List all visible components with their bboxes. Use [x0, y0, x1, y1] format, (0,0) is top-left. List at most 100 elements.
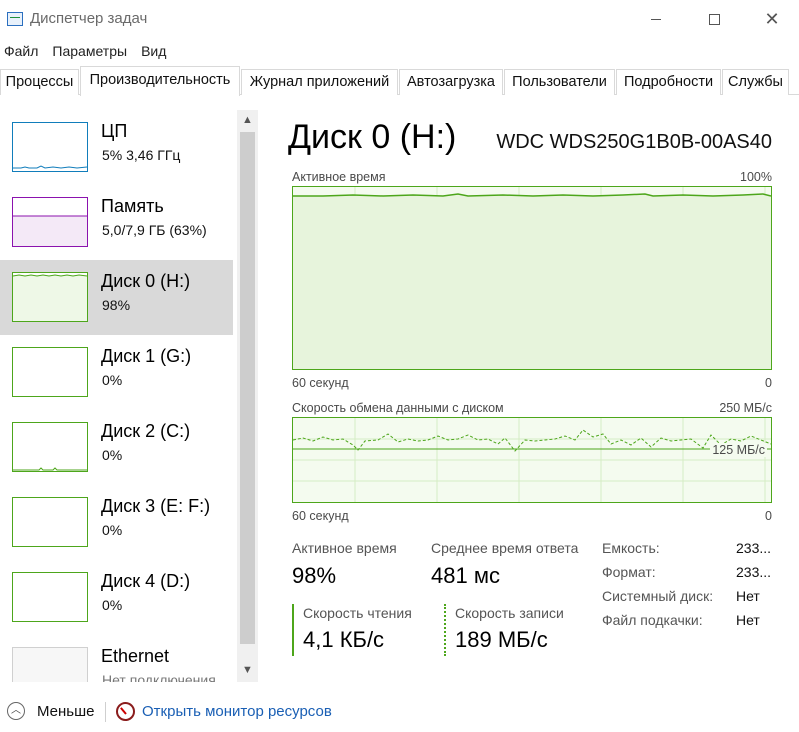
- sidebar-item-disk0[interactable]: Диск 0 (H:) 98%: [0, 260, 233, 335]
- disk0-mini-graph: [13, 274, 87, 321]
- tab-details[interactable]: Подробности: [616, 69, 721, 95]
- close-icon: ✕: [764, 8, 780, 29]
- read-speed-label: Скорость чтения: [303, 605, 412, 621]
- disk3-thumbnail: [12, 497, 88, 547]
- page-file-value: Нет: [736, 612, 760, 628]
- minimize-button[interactable]: [626, 0, 686, 38]
- resource-monitor-icon[interactable]: [116, 702, 135, 721]
- tab-processes[interactable]: Процессы: [0, 69, 79, 95]
- menu-options[interactable]: Параметры: [50, 40, 129, 62]
- menu-view[interactable]: Вид: [139, 40, 168, 62]
- disk0-thumbnail: [12, 272, 88, 322]
- system-disk-label: Системный диск:: [602, 588, 714, 604]
- scroll-thumb[interactable]: [240, 132, 255, 644]
- sidebar-item-label: Диск 2 (C:): [101, 421, 191, 441]
- ethernet-thumbnail: [12, 647, 88, 682]
- memory-mini-graph: [13, 215, 87, 246]
- maximize-icon: [708, 13, 720, 25]
- sidebar-item-label: Память: [101, 196, 164, 216]
- sidebar-item-disk2[interactable]: Диск 2 (C:) 0%: [0, 410, 233, 485]
- fewer-details-button[interactable]: Меньше: [37, 703, 94, 720]
- menu-bar: Файл Параметры Вид: [0, 40, 178, 62]
- maximize-button[interactable]: [684, 0, 744, 38]
- tab-users[interactable]: Пользователи: [504, 69, 615, 95]
- sidebar-item-memory[interactable]: Память 5,0/7,9 ГБ (63%): [0, 185, 233, 260]
- sidebar-item-value: 0%: [102, 597, 123, 613]
- sidebar-item-value: Нет подключения: [102, 672, 216, 682]
- capacity-value: 233...: [736, 540, 772, 556]
- response-time-value: 481 мс: [431, 563, 500, 588]
- transfer-rate-chart-label: Скорость обмена данными с диском: [292, 401, 504, 415]
- tab-bar: Процессы Производительность Журнал прило…: [0, 66, 799, 96]
- format-value: 233...: [736, 564, 772, 580]
- task-manager-icon: [7, 12, 23, 26]
- write-speed-value: 189 МБ/с: [455, 627, 548, 652]
- disk-title: Диск 0 (H:): [288, 118, 457, 156]
- transfer-rate-timespan: 60 секунд: [292, 509, 349, 523]
- disk-model: WDC WDS250G1B0B-00AS40: [496, 131, 772, 153]
- page-file-label: Файл подкачки:: [602, 612, 703, 628]
- sidebar-item-disk3[interactable]: Диск 3 (E: F:) 0%: [0, 485, 233, 560]
- active-time-label: Активное время: [292, 540, 397, 556]
- active-time-graph: [292, 186, 772, 370]
- sidebar-item-ethernet[interactable]: Ethernet Нет подключения: [0, 635, 233, 682]
- sidebar-scrollbar[interactable]: ▲ ▼: [237, 110, 258, 682]
- write-speed-label: Скорость записи: [455, 605, 564, 621]
- transfer-rate-graph: 125 МБ/с: [292, 417, 772, 503]
- capacity-label: Емкость:: [602, 540, 660, 556]
- disk2-thumbnail: [12, 422, 88, 472]
- cpu-thumbnail: [12, 122, 88, 172]
- tab-app-history[interactable]: Журнал приложений: [241, 69, 398, 95]
- transfer-rate-chart-max: 250 МБ/с: [719, 401, 772, 415]
- active-time-min: 0: [765, 376, 772, 390]
- sidebar-item-disk4[interactable]: Диск 4 (D:) 0%: [0, 560, 233, 635]
- sidebar-item-value: 0%: [102, 372, 123, 388]
- read-speed-value: 4,1 КБ/с: [303, 627, 385, 652]
- sidebar-item-label: Диск 0 (H:): [101, 271, 191, 291]
- window-title: Диспетчер задач: [30, 10, 148, 27]
- sidebar-item-label: Диск 1 (G:): [101, 346, 192, 366]
- sidebar-item-label: Диск 3 (E: F:): [101, 496, 211, 516]
- sidebar-item-cpu[interactable]: ЦП 5% 3,46 ГГц: [0, 110, 233, 185]
- disk2-mini-graph: [13, 467, 87, 471]
- resource-list: ЦП 5% 3,46 ГГц Память 5,0/7,9 ГБ (63%) Д…: [0, 110, 235, 682]
- transfer-rate-min: 0: [765, 509, 772, 523]
- sidebar-item-value: 0%: [102, 447, 123, 463]
- sidebar-item-label: ЦП: [101, 121, 128, 141]
- open-resource-monitor-link[interactable]: Открыть монитор ресурсов: [142, 703, 332, 720]
- scroll-up-icon[interactable]: ▲: [237, 110, 258, 130]
- transfer-rate-plot: [293, 418, 771, 502]
- sidebar-item-value: 5,0/7,9 ГБ (63%): [102, 222, 207, 238]
- active-time-chart-label: Активное время: [292, 170, 386, 184]
- format-label: Формат:: [602, 564, 656, 580]
- active-time-timespan: 60 секунд: [292, 376, 349, 390]
- sidebar-item-label: Ethernet: [101, 646, 170, 666]
- scroll-down-icon[interactable]: ▼: [237, 660, 258, 680]
- tab-startup[interactable]: Автозагрузка: [399, 69, 503, 95]
- tab-services[interactable]: Службы: [722, 69, 789, 95]
- menu-file[interactable]: Файл: [2, 40, 40, 62]
- sidebar-item-value: 0%: [102, 522, 123, 538]
- active-time-value: 98%: [292, 563, 337, 588]
- response-time-label: Среднее время ответа: [431, 540, 579, 556]
- close-button[interactable]: ✕: [742, 0, 799, 38]
- separator: [105, 702, 106, 722]
- sidebar-item-label: Диск 4 (D:): [101, 571, 191, 591]
- collapse-icon[interactable]: ︿: [7, 702, 25, 720]
- title-bar: Диспетчер задач ✕: [0, 0, 799, 38]
- system-disk-value: Нет: [736, 588, 760, 604]
- minimize-icon: [651, 18, 661, 20]
- bottom-bar: ︿ Меньше Открыть монитор ресурсов: [0, 692, 799, 732]
- memory-thumbnail: [12, 197, 88, 247]
- cpu-mini-graph: [13, 165, 87, 169]
- sidebar-item-value: 98%: [102, 297, 131, 313]
- disk4-thumbnail: [12, 572, 88, 622]
- tab-performance[interactable]: Производительность: [80, 66, 240, 96]
- active-time-plot: [293, 187, 771, 369]
- active-time-chart-max: 100%: [740, 170, 772, 184]
- transfer-rate-mid: 125 МБ/с: [710, 443, 767, 457]
- sidebar-item-disk1[interactable]: Диск 1 (G:) 0%: [0, 335, 233, 410]
- disk1-thumbnail: [12, 347, 88, 397]
- sidebar-item-value: 5% 3,46 ГГц: [102, 147, 181, 163]
- read-speed-indicator: [292, 604, 294, 656]
